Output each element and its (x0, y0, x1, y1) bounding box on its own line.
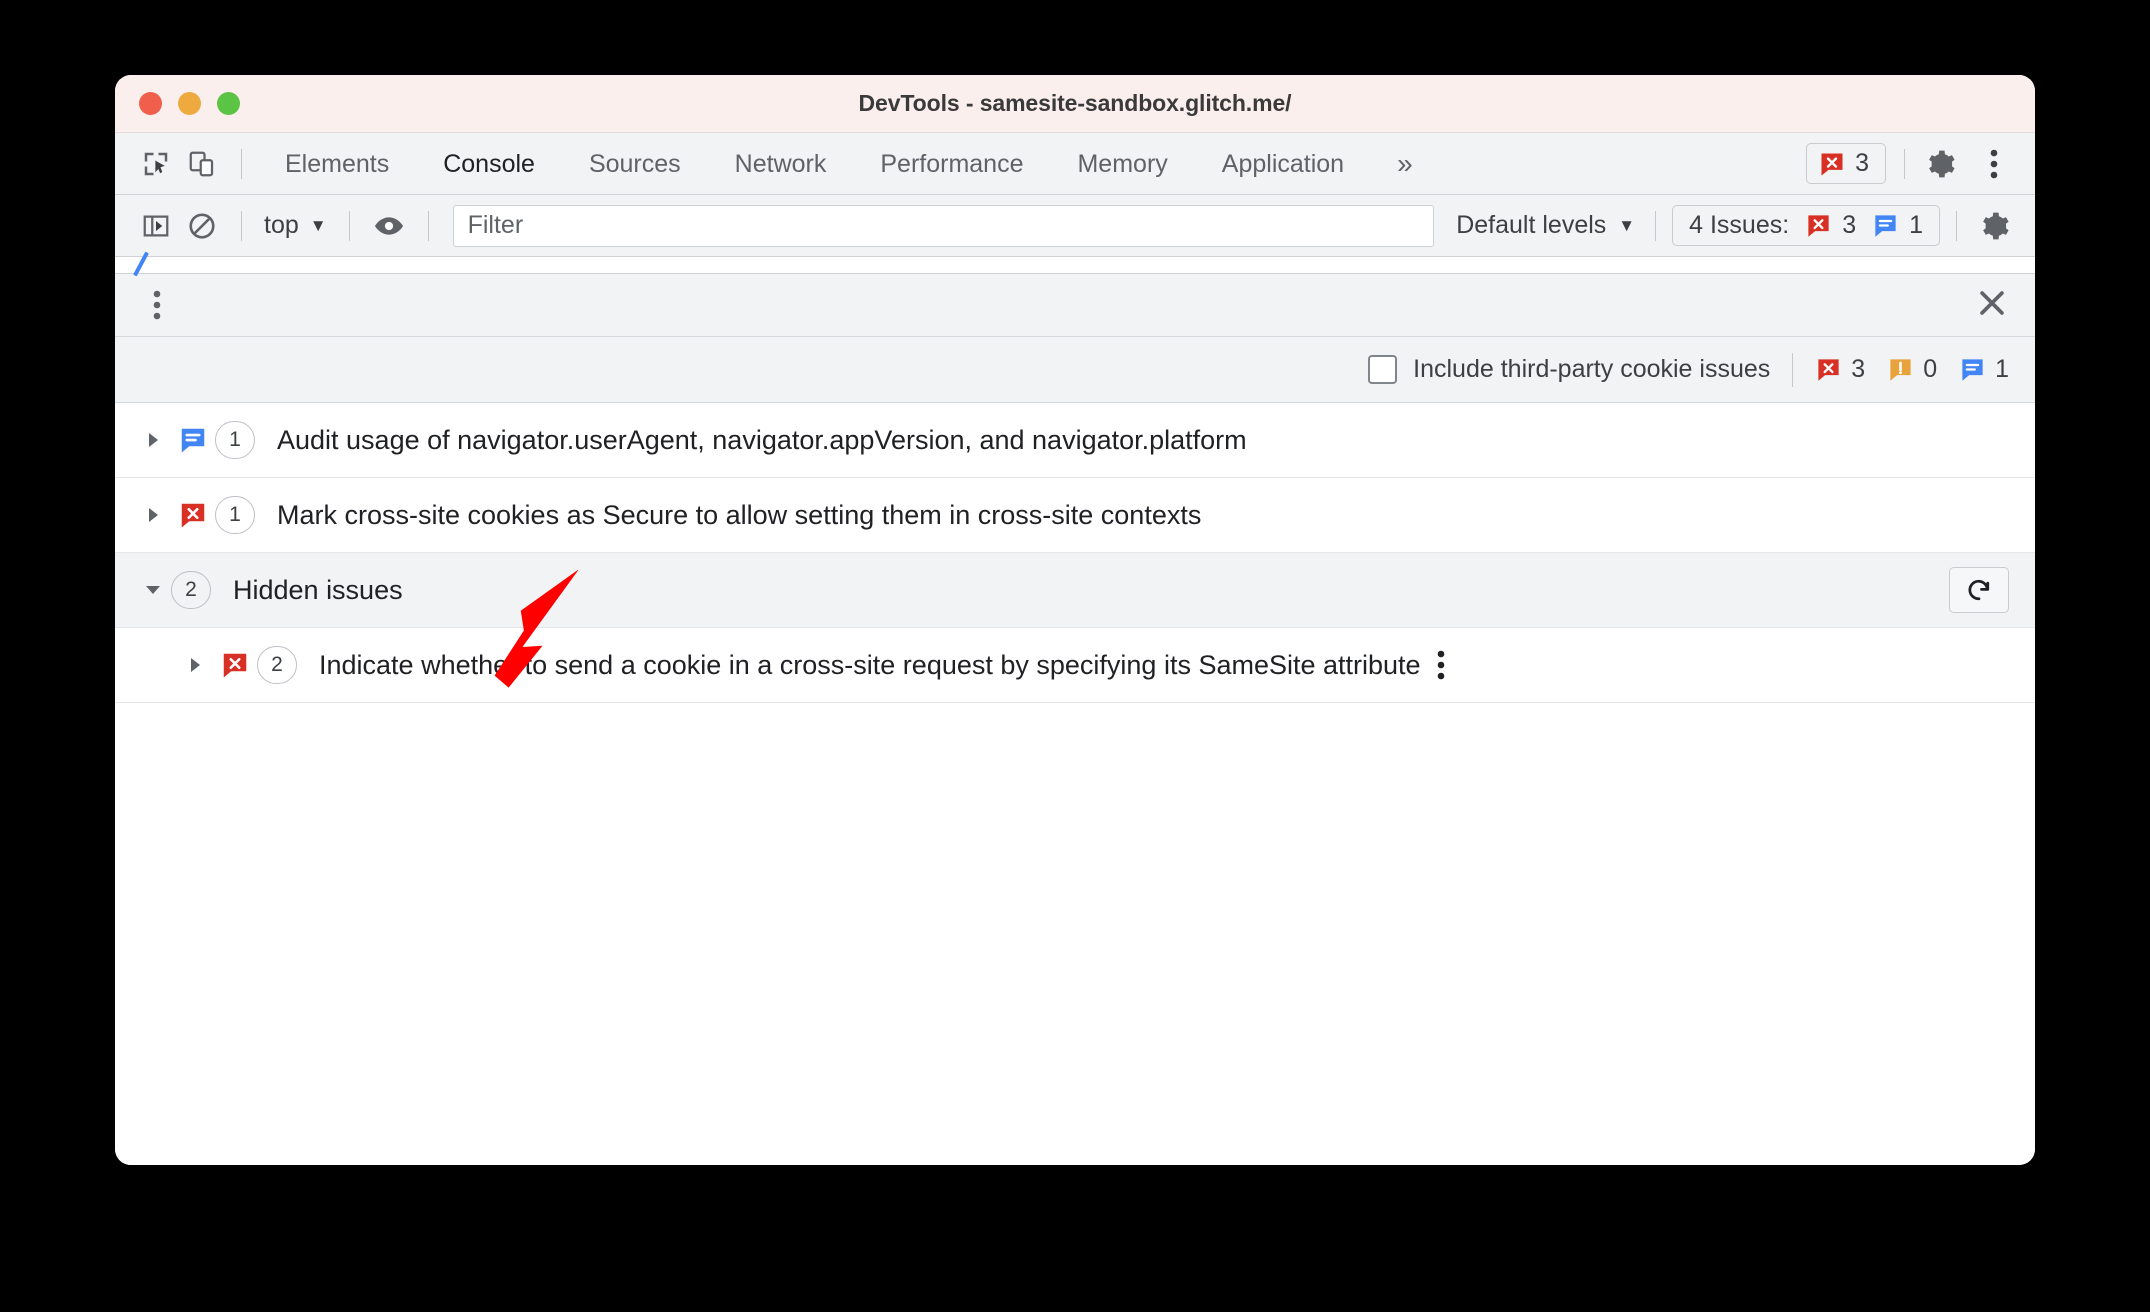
options-divider (1792, 352, 1794, 387)
issue-row-audit-navigator[interactable]: 1 Audit usage of navigator.userAgent, na… (115, 403, 2035, 478)
error-issue-count: 3 (1851, 355, 1866, 383)
expand-triangle-icon[interactable] (137, 431, 171, 449)
unhide-all-issues-refresh-icon[interactable] (1949, 567, 2009, 613)
close-window-button[interactable] (139, 92, 162, 115)
console-settings-gear-icon[interactable] (1967, 199, 2021, 253)
console-context-value: top (264, 211, 299, 239)
include-third-party-cookie-issues-label: Include third-party cookie issues (1413, 355, 1771, 383)
issues-badge-label: 4 Issues: (1689, 211, 1790, 239)
issue-row-samesite-attribute[interactable]: 2 Indicate whether to send a cookie in a… (115, 628, 2035, 703)
drawer-close-icon[interactable] (1975, 286, 2009, 325)
error-count-badge[interactable]: 3 (1806, 143, 1886, 184)
chevron-down-icon-levels: ▼ (1618, 215, 1636, 235)
issue-count-pill: 1 (215, 421, 255, 459)
maximize-window-button[interactable] (217, 92, 240, 115)
issue-title: Indicate whether to send a cookie in a c… (319, 649, 1421, 680)
console-context-selector[interactable]: top ▼ (258, 211, 333, 240)
console-toolbar: top ▼ Filter Default levels ▼ 4 Issues: … (115, 195, 2035, 257)
issue-title: Audit usage of navigator.userAgent, navi… (277, 424, 1247, 455)
tab-console[interactable]: Console (416, 133, 562, 195)
tab-elements[interactable]: Elements (258, 133, 416, 195)
issues-empty-area (115, 703, 2035, 1165)
devtools-tabbar: Elements Console Sources Network Perform… (115, 133, 2035, 195)
issues-badge-error-count: 3 (1842, 211, 1857, 239)
issue-count-pill: 1 (215, 496, 255, 534)
console-toolbar-divider-5 (1956, 210, 1957, 241)
tab-memory[interactable]: Memory (1050, 133, 1194, 195)
device-toolbar-icon[interactable] (179, 141, 225, 187)
console-toolbar-divider-4 (1655, 210, 1657, 241)
drawer-header (115, 273, 2035, 337)
tabbar-divider-2 (1904, 148, 1905, 179)
hidden-issues-label: Hidden issues (233, 574, 403, 605)
collapse-triangle-icon[interactable] (137, 582, 171, 598)
include-third-party-cookie-issues-checkbox[interactable] (1368, 355, 1398, 384)
issue-title: Mark cross-site cookies as Secure to all… (277, 499, 1202, 530)
window-title: DevTools - samesite-sandbox.glitch.me/ (858, 90, 1292, 116)
live-expression-eye-icon[interactable] (366, 203, 412, 249)
issues-badge-info-count: 1 (1909, 211, 1923, 239)
warning-issue-count: 0 (1923, 355, 1938, 383)
info-icon-count (1962, 359, 1983, 381)
console-log-levels-selector[interactable]: Default levels ▼ (1446, 211, 1645, 240)
console-toolbar-divider-2 (348, 210, 350, 241)
hidden-issues-count-pill: 2 (171, 571, 211, 609)
hidden-issues-group-row[interactable]: 2 Hidden issues (115, 553, 2035, 628)
devtools-tablist: Elements Console Sources Network Perform… (258, 133, 1806, 195)
warning-icon-count (1890, 359, 1911, 381)
expand-triangle-icon[interactable] (179, 656, 213, 674)
inspect-element-icon[interactable] (133, 141, 179, 187)
issue-row-mark-cross-site-cookies-secure[interactable]: 1 Mark cross-site cookies as Secure to a… (115, 478, 2035, 553)
more-tabs-icon[interactable]: » (1371, 149, 1439, 178)
tab-network[interactable]: Network (708, 133, 854, 195)
chevron-down-icon: ▼ (309, 215, 327, 235)
console-toolbar-divider-1 (241, 210, 242, 241)
console-log-levels-value: Default levels (1456, 211, 1607, 239)
tab-sources[interactable]: Sources (562, 133, 708, 195)
traffic-lights (139, 75, 240, 132)
expand-triangle-icon[interactable] (137, 506, 171, 524)
devtools-main-menu-kebab-icon[interactable] (1967, 137, 2021, 191)
devtools-settings-gear-icon[interactable] (1913, 137, 1967, 191)
drawer-menu-kebab-icon[interactable] (137, 288, 177, 322)
window-titlebar: DevTools - samesite-sandbox.glitch.me/ (115, 75, 2035, 133)
console-sidebar-icon[interactable] (133, 203, 179, 249)
console-toolbar-divider-3 (427, 210, 429, 241)
console-filter-input[interactable]: Filter (452, 204, 1435, 247)
error-icon (1821, 153, 1843, 176)
tab-application[interactable]: Application (1195, 133, 1371, 195)
clear-console-icon[interactable] (179, 203, 225, 249)
console-output-area (115, 251, 2035, 277)
devtools-window: DevTools - samesite-sandbox.glitch.me/ E… (115, 75, 2035, 1165)
issue-row-menu-kebab-icon[interactable] (1421, 648, 1461, 682)
issues-list: 1 Audit usage of navigator.userAgent, na… (115, 403, 2035, 1165)
console-filter-placeholder: Filter (467, 211, 524, 239)
error-icon (213, 650, 257, 680)
issue-counts: 3 0 1 (1815, 355, 2009, 384)
error-icon-count (1818, 359, 1839, 381)
issues-count-badge[interactable]: 4 Issues: 3 1 (1672, 205, 1940, 246)
tab-performance[interactable]: Performance (853, 133, 1050, 195)
issues-options-row: Include third-party cookie issues 3 0 1 (115, 337, 2035, 403)
minimize-window-button[interactable] (178, 92, 201, 115)
info-issue-count: 1 (1995, 355, 2009, 383)
info-icon-badge (1875, 215, 1896, 237)
tabbar-divider (241, 148, 242, 179)
error-icon (171, 500, 215, 530)
error-count: 3 (1855, 149, 1869, 177)
info-icon (171, 425, 215, 455)
error-icon-badge (1808, 215, 1829, 237)
issue-count-pill: 2 (257, 646, 297, 684)
